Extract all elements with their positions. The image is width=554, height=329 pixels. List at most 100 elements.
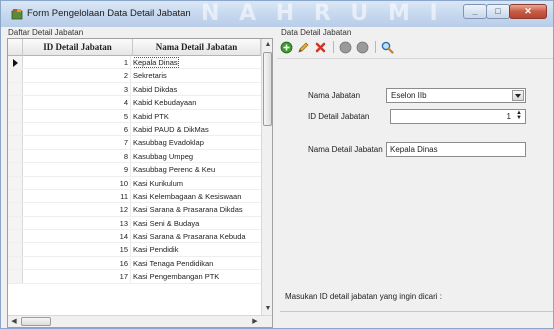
cell-id[interactable]: 9 (23, 163, 131, 176)
table-row[interactable]: 16 Kasi Tenaga Pendidikan (8, 256, 261, 271)
table-row[interactable]: 2 Sekretaris (8, 69, 261, 83)
cell-name[interactable]: Kasi Pendidik (133, 243, 261, 256)
horizontal-scrollbar[interactable]: ◀ ▶ (8, 315, 272, 327)
table-row[interactable]: 3 Kabid Dikdas (8, 82, 261, 97)
nama-jabatan-combo[interactable]: Eselon IIb (386, 88, 526, 103)
row-selector[interactable] (8, 96, 23, 109)
cell-name[interactable]: Kasi Sarana & Prasarana Kebuda (133, 230, 261, 243)
table-row[interactable]: 6 Kabid PAUD & DikMas (8, 122, 261, 137)
minimize-button[interactable]: _ (463, 4, 487, 19)
vertical-scroll-thumb[interactable] (263, 52, 272, 126)
delete-icon[interactable] (314, 41, 327, 54)
scroll-left-icon[interactable]: ◀ (8, 316, 20, 327)
cell-name[interactable]: Kasi Kurikulum (133, 177, 261, 190)
cell-id[interactable]: 12 (23, 203, 131, 216)
row-selector[interactable] (8, 136, 23, 149)
cell-name[interactable]: Kasi Sarana & Prasarana Dikdas (133, 203, 261, 216)
maximize-button[interactable]: □ (486, 4, 510, 19)
table-row[interactable]: 8 Kasubbag Umpeg (8, 149, 261, 164)
title-bar[interactable]: N A H R U M I Form Pengelolaan Data Deta… (1, 1, 553, 27)
row-selector[interactable] (8, 176, 23, 189)
cell-name[interactable]: Kabid PAUD & DikMas (133, 123, 261, 136)
row-selector[interactable] (8, 216, 23, 230)
cell-id[interactable]: 8 (23, 149, 131, 163)
stepper-arrows-icon[interactable]: ▲ ▼ (514, 110, 524, 122)
cell-name[interactable]: Kasi Tenaga Pendidikan (133, 257, 261, 270)
cell-name[interactable]: Kasubbag Umpeg (133, 150, 261, 163)
scroll-up-icon[interactable]: ▲ (262, 39, 272, 51)
table-row[interactable]: 13 Kasi Seni & Budaya (8, 216, 261, 231)
row-selector[interactable] (8, 256, 23, 270)
add-icon[interactable] (280, 41, 293, 54)
cell-name[interactable]: Kabid Kebudayaan (133, 96, 261, 109)
cell-id[interactable]: 7 (23, 136, 131, 149)
search-icon[interactable] (381, 41, 394, 54)
id-detail-jabatan-stepper[interactable]: 1 ▲ ▼ (390, 109, 526, 124)
table-row[interactable]: 11 Kasi Kelembagaan & Kesiswaan (8, 189, 261, 204)
row-selector[interactable] (8, 270, 23, 283)
row-selector[interactable] (8, 69, 23, 82)
table-row[interactable]: 1 Kepala Dinas (8, 56, 261, 70)
cell-name[interactable]: Kasi Kelembagaan & Kesiswaan (133, 190, 261, 203)
row-selector[interactable] (8, 243, 23, 256)
table-row[interactable]: 12 Kasi Sarana & Prasarana Dikdas (8, 203, 261, 217)
scroll-right-icon[interactable]: ▶ (249, 316, 261, 327)
cell-id[interactable]: 13 (23, 216, 131, 230)
detail-jabatan-grid[interactable]: ID Detail Jabatan Nama Detail Jabatan 1K… (7, 38, 273, 328)
scroll-down-icon[interactable]: ▼ (262, 303, 272, 315)
cell-name-text: Kasi Pengembangan PTK (133, 272, 220, 282)
edit-icon[interactable] (297, 41, 310, 54)
column-header-name[interactable]: Nama Detail Jabatan (133, 39, 261, 56)
cell-name[interactable]: Kasubbag Evadoklap (133, 136, 261, 149)
cell-name[interactable]: Kabid Dikdas (133, 83, 261, 96)
cell-id[interactable]: 14 (23, 230, 131, 243)
vertical-scrollbar[interactable]: ▲ ▼ (261, 39, 272, 315)
row-selector[interactable] (8, 163, 23, 176)
row-selector[interactable] (8, 82, 23, 96)
cell-name[interactable]: Kasi Pengembangan PTK (133, 270, 261, 283)
search-input[interactable] (280, 311, 553, 312)
table-row[interactable]: 5 Kabid PTK (8, 109, 261, 123)
table-row[interactable]: 14 Kasi Sarana & Prasarana Kebuda (8, 230, 261, 244)
cell-id[interactable]: 2 (23, 69, 131, 82)
cell-id[interactable]: 16 (23, 256, 131, 270)
row-selector[interactable] (8, 122, 23, 136)
cell-name-text: Kasubbag Umpeg (133, 151, 194, 161)
id-detail-jabatan-label: ID Detail Jabatan (308, 112, 370, 121)
row-selector[interactable] (8, 203, 23, 216)
cell-id[interactable]: 3 (23, 82, 131, 96)
cell-id[interactable]: 6 (23, 122, 131, 136)
cancel-icon[interactable] (356, 41, 369, 54)
row-selector[interactable] (8, 109, 23, 122)
close-button[interactable]: ✕ (509, 4, 547, 19)
table-row[interactable]: 7 Kasubbag Evadoklap (8, 136, 261, 150)
cell-id[interactable]: 17 (23, 270, 131, 283)
chevron-down-icon[interactable] (512, 90, 524, 101)
cell-name[interactable]: Sekretaris (133, 69, 261, 82)
cell-id[interactable]: 11 (23, 189, 131, 203)
table-row[interactable]: 9 Kasubbag Perenc & Keu (8, 163, 261, 177)
save-icon[interactable] (339, 41, 352, 54)
table-row[interactable]: 4 Kabid Kebudayaan (8, 96, 261, 110)
cell-name[interactable]: Kasi Seni & Budaya (133, 217, 261, 230)
row-selector[interactable] (8, 230, 23, 243)
cell-name[interactable]: Kepala Dinas (133, 56, 261, 69)
table-row[interactable]: 17 Kasi Pengembangan PTK (8, 270, 261, 284)
cell-name[interactable]: Kasubbag Perenc & Keu (133, 163, 261, 176)
cell-id[interactable]: 5 (23, 109, 131, 122)
cell-id[interactable]: 10 (23, 176, 131, 189)
horizontal-scroll-thumb[interactable] (21, 317, 51, 326)
row-selector-header (8, 39, 23, 56)
table-row[interactable]: 15 Kasi Pendidik (8, 243, 261, 257)
cell-name[interactable]: Kabid PTK (133, 110, 261, 123)
window-title: Form Pengelolaan Data Detail Jabatan (27, 8, 191, 19)
row-selector[interactable] (8, 56, 23, 69)
cell-id[interactable]: 15 (23, 243, 131, 256)
cell-id[interactable]: 1 (23, 56, 131, 69)
nama-detail-jabatan-field[interactable]: Kepala Dinas (386, 142, 526, 157)
table-row[interactable]: 10 Kasi Kurikulum (8, 176, 261, 190)
column-header-id[interactable]: ID Detail Jabatan (23, 39, 133, 56)
cell-id[interactable]: 4 (23, 96, 131, 109)
row-selector[interactable] (8, 149, 23, 163)
row-selector[interactable] (8, 189, 23, 203)
